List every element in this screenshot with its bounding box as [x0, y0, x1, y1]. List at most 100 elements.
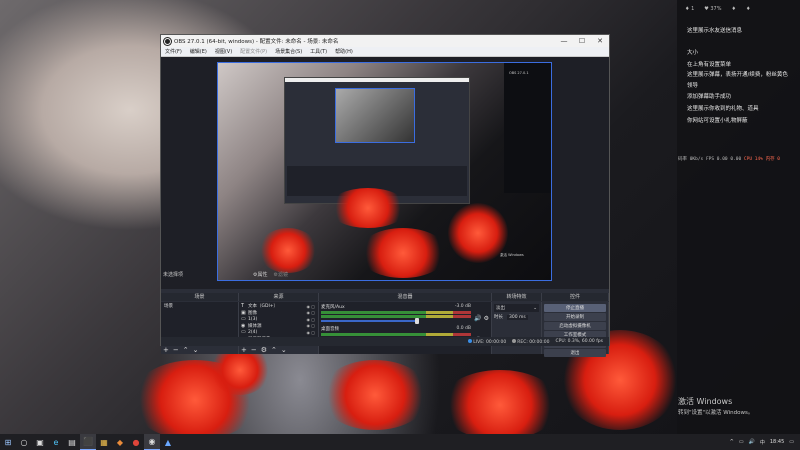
- app-icon[interactable]: ⬛: [80, 434, 96, 450]
- chrome-icon[interactable]: ●: [128, 434, 144, 450]
- docks-row: 场景 + − ⌃ ⌄ T 文本（GDI+） ◉ ▢ ▣ 图像 ◉ ▢ ▭ 1(3) ◉ ▢ …: [161, 302, 609, 357]
- remove-icon[interactable]: −: [251, 346, 257, 354]
- controls-dock-title: 控件: [542, 293, 609, 301]
- move-down-icon[interactable]: ⌄: [281, 346, 287, 354]
- tray-chevron-icon[interactable]: ^: [730, 439, 734, 445]
- clock[interactable]: 18:45: [770, 439, 784, 445]
- start-icon[interactable]: ⊞: [0, 434, 16, 450]
- gear-icon[interactable]: ⚙: [484, 315, 489, 322]
- chat-message: 你网站可设置小礼物屏蔽: [687, 118, 748, 124]
- sources-dock: T 文本（GDI+） ◉ ▢ ▣ 图像 ◉ ▢ ▭ 1(3) ◉ ▢ ◉ 媒体源 ◉ ▢ ▭ 2(…: [239, 302, 319, 354]
- chat-header-item[interactable]: ♦: [731, 6, 735, 12]
- preview-flower: [258, 228, 318, 273]
- rec-dot-icon: [512, 338, 517, 343]
- scenes-toolbar: + − ⌃ ⌄: [163, 345, 199, 354]
- visibility-eye-icon[interactable]: ◉ ▢: [306, 317, 315, 322]
- nested-chat-capture: OBS 27.0.1: [504, 63, 551, 193]
- move-up-icon[interactable]: ⌃: [271, 346, 277, 354]
- menu-bar: 文件(F) 编辑(E) 视图(V) 配置文件(P) 场景集合(S) 工具(T) …: [161, 47, 609, 57]
- preview-flower: [328, 188, 408, 228]
- window-title: OBS 27.0.1 (64-bit, windows) - 配置文件: 未命名…: [174, 39, 339, 45]
- window-icon: ▭: [241, 316, 246, 323]
- visibility-eye-icon[interactable]: ◉ ▢: [306, 310, 315, 315]
- system-tray: ^ ▭ 🔊 中 18:45 ▭: [730, 439, 800, 446]
- duration-input[interactable]: 300 ms: [507, 314, 528, 320]
- text-icon: T: [241, 303, 245, 310]
- chat-overlay-panel: ♦ 1 ♥ 37% ♦ ♦ 这里展示水友送信消息 大小 在上角有设置菜单 这里展…: [677, 0, 800, 434]
- chat-header-item[interactable]: ♥ 37%: [704, 6, 721, 12]
- visibility-eye-icon[interactable]: ◉ ▢: [306, 323, 315, 328]
- menu-file[interactable]: 文件(F): [165, 48, 182, 55]
- chat-message: 这里展示弹幕，表扬开通/续费，粉丝黄色: [687, 72, 788, 78]
- remove-icon[interactable]: −: [173, 346, 179, 354]
- add-icon[interactable]: +: [241, 346, 247, 354]
- transition-select[interactable]: 淡出 ⌄: [494, 304, 539, 312]
- source-name: 媒体源: [248, 323, 262, 329]
- audio-meter: [321, 311, 471, 314]
- status-bar: LIVE: 00:00:00 REC: 00:00:00 CPU: 0.3%, …: [161, 337, 609, 346]
- live-status: LIVE: 00:00:00: [468, 338, 506, 345]
- rec-status: REC: 00:00:00: [512, 338, 550, 345]
- filters-button[interactable]: ⚙滤镜: [274, 271, 288, 278]
- chat-header-item[interactable]: ♦: [746, 6, 750, 12]
- menu-edit[interactable]: 编辑(E): [190, 48, 207, 55]
- mixer-channel: 麦克风/Aux -3.0 dB: [321, 304, 471, 324]
- menu-tools[interactable]: 工具(T): [310, 48, 327, 55]
- rec-time: REC: 00:00:00: [517, 339, 550, 345]
- menu-scene-collection[interactable]: 场景集合(S): [275, 48, 302, 55]
- volume-slider[interactable]: [321, 318, 419, 324]
- chat-header-item[interactable]: ♦ 1: [685, 6, 694, 12]
- image-icon: ▣: [241, 309, 246, 316]
- mixer-db: 0.0 dB: [456, 326, 471, 331]
- visibility-eye-icon[interactable]: ◉ ▢: [306, 304, 315, 309]
- properties-button[interactable]: ⚙属性: [253, 271, 267, 278]
- explorer-icon[interactable]: ▦: [96, 434, 112, 450]
- flower-decoration: [320, 360, 430, 430]
- scene-item[interactable]: 场景: [161, 302, 238, 310]
- maximize-button[interactable]: ☐: [573, 37, 591, 45]
- obs-titlebar[interactable]: OBS 27.0.1 (64-bit, windows) - 配置文件: 未命名…: [161, 35, 609, 47]
- chat-message: 在上角有设置菜单: [687, 62, 732, 68]
- menu-profile[interactable]: 配置文件(P): [240, 48, 267, 55]
- start-virtual-camera-button[interactable]: 启动虚拟摄像机: [544, 322, 606, 330]
- network-icon[interactable]: ▭: [739, 439, 744, 445]
- no-source-selected: 未选择项: [163, 271, 184, 278]
- obs-icon[interactable]: ◉: [144, 434, 160, 450]
- app-icon[interactable]: ◆: [112, 434, 128, 450]
- volume-icon[interactable]: 🔊: [749, 439, 755, 445]
- nested-obs-capture: [284, 77, 470, 204]
- mixer-db: -3.0 dB: [454, 304, 471, 309]
- source-name: 1(3): [248, 316, 258, 322]
- close-button[interactable]: ✕: [591, 37, 609, 45]
- stop-streaming-button[interactable]: 停止直播: [544, 304, 606, 312]
- chevron-down-icon: ⌄: [533, 305, 537, 311]
- task-view-icon[interactable]: ▣: [32, 434, 48, 450]
- minimize-button[interactable]: —: [555, 37, 573, 45]
- program-preview[interactable]: OBS 27.0.1 激活 Windows: [217, 62, 552, 281]
- add-icon[interactable]: +: [163, 346, 169, 354]
- preview-area: OBS 27.0.1 激活 Windows: [161, 57, 609, 289]
- gear-icon[interactable]: ⚙: [261, 346, 267, 354]
- exit-button[interactable]: 退出: [544, 349, 606, 357]
- move-down-icon[interactable]: ⌄: [193, 346, 199, 354]
- menu-view[interactable]: 视图(V): [215, 48, 232, 55]
- window-controls: — ☐ ✕: [555, 37, 609, 45]
- mixer-channel-label: 麦克风/Aux -3.0 dB: [321, 304, 471, 310]
- app-icon[interactable]: ▲: [160, 434, 176, 450]
- edge-icon[interactable]: e: [48, 434, 64, 450]
- speaker-icon[interactable]: 🔊: [474, 315, 481, 322]
- taskbar: ⊞ ○ ▣ e ▤ ⬛ ▦ ◆ ● ◉ ▲ ^ ▭ 🔊 中 18:45 ▭: [0, 434, 800, 450]
- visibility-eye-icon[interactable]: ◉ ▢: [306, 330, 315, 335]
- start-recording-button[interactable]: 开始录制: [544, 313, 606, 321]
- chat-message: 大小: [687, 50, 699, 56]
- search-icon[interactable]: ○: [16, 434, 32, 450]
- store-icon[interactable]: ▤: [64, 434, 80, 450]
- notification-icon[interactable]: ▭: [789, 439, 794, 445]
- input-method-icon[interactable]: 中: [760, 439, 765, 446]
- nested-chat-text: OBS 27.0.1: [509, 71, 529, 75]
- preview-flower: [448, 203, 508, 263]
- mixer-channel-icons: 🔊 ⚙: [474, 315, 489, 322]
- move-up-icon[interactable]: ⌃: [183, 346, 189, 354]
- menu-help[interactable]: 帮助(H): [335, 48, 353, 55]
- volume-slider-thumb[interactable]: [414, 318, 419, 324]
